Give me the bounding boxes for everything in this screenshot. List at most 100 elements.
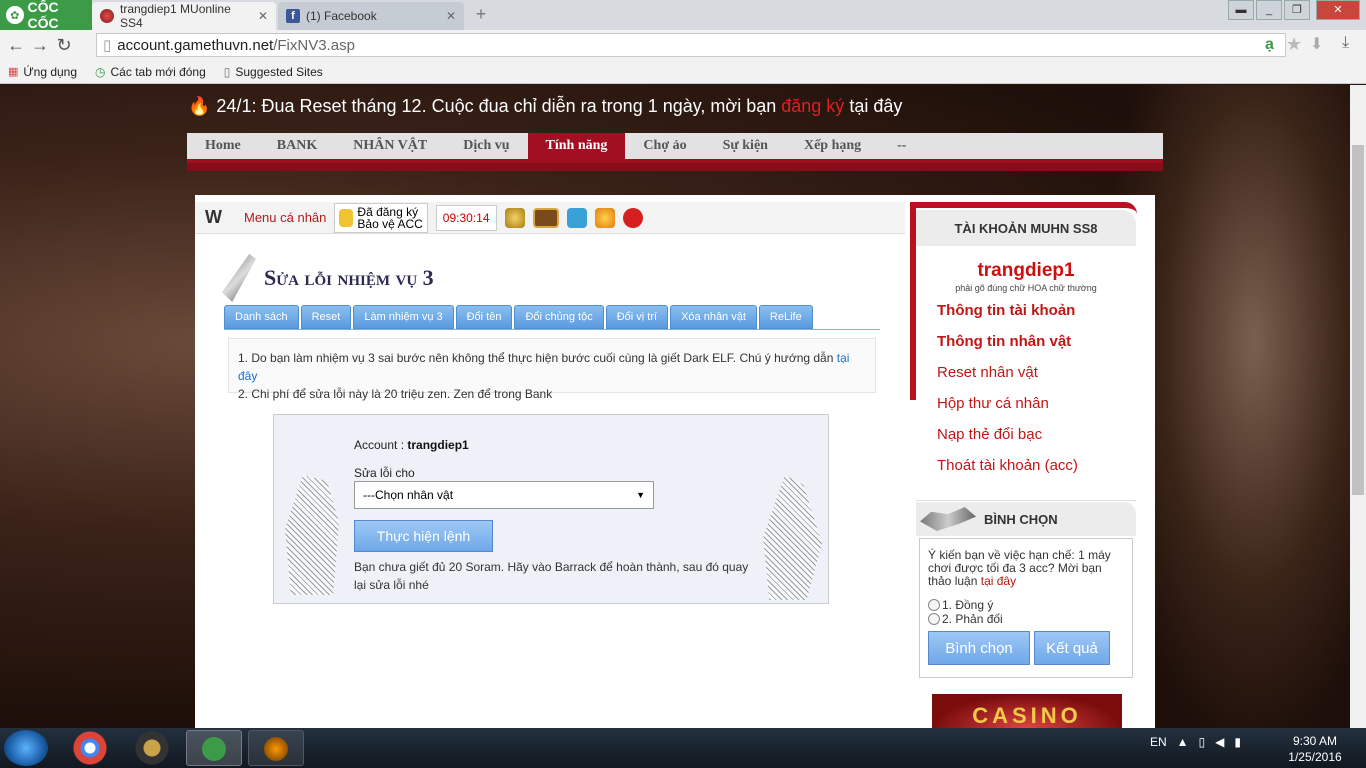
poll-option-disagree[interactable]: 2. Phản đối xyxy=(928,612,1003,626)
poll-option-agree[interactable]: 1. Đồng ý xyxy=(928,598,993,612)
w-logo-icon: W xyxy=(205,207,222,227)
reload-icon[interactable]: ↻ xyxy=(52,35,76,56)
menu-item-market[interactable]: Chợ ảo xyxy=(625,133,704,159)
menu-item-features[interactable]: Tính năng xyxy=(527,133,626,159)
mu-favicon-icon xyxy=(100,9,114,23)
menu-item-character[interactable]: NHÂN VẬT xyxy=(335,133,445,159)
status-message: Bạn chưa giết đủ 20 Soram. Hãy vào Barra… xyxy=(354,560,749,592)
forward-icon[interactable]: → xyxy=(28,35,52,56)
tab-delete-character[interactable]: Xóa nhân vật xyxy=(670,305,757,329)
facebook-favicon-icon: f xyxy=(286,9,300,23)
instructions-box: 1. Do bạn làm nhiệm vụ 3 sai bước nên kh… xyxy=(228,338,876,401)
menu-item-events[interactable]: Sự kiện xyxy=(705,133,786,159)
close-window-button[interactable]: ✕ xyxy=(1316,0,1360,20)
link-logout[interactable]: Thoát tài khoản (acc) xyxy=(937,457,1078,474)
sub-tabs: Danh sách Reset Làm nhiệm vụ 3 Đổi tên Đ… xyxy=(224,305,880,330)
link-character-info[interactable]: Thông tin nhân vật xyxy=(937,333,1071,350)
dragon-icon xyxy=(920,507,976,531)
tab-reset[interactable]: Reset xyxy=(300,305,352,329)
maximize-button[interactable]: ❐ xyxy=(1284,0,1310,20)
cart-icon[interactable] xyxy=(566,207,587,228)
menu-item-ranking[interactable]: Xếp hạng xyxy=(786,133,879,159)
bookmark-recent-tabs[interactable]: ◷ Các tab mới đóng xyxy=(95,65,206,79)
personal-menu-link[interactable]: Menu cá nhân xyxy=(244,210,326,225)
tab-list[interactable]: Danh sách xyxy=(224,305,299,329)
tab-facebook[interactable]: f (1) Facebook ✕ xyxy=(278,2,464,30)
notice-banner: 🔥 24/1: Đua Reset tháng 12. Cuộc đua chỉ… xyxy=(188,96,903,116)
menu-item-home[interactable]: Home xyxy=(187,133,259,159)
link-reset-character[interactable]: Reset nhân vật xyxy=(937,364,1038,381)
system-tray: EN ▲ ▯ ◀ ▮ xyxy=(1150,735,1241,749)
apps-icon: ▦ xyxy=(8,66,19,78)
network-icon[interactable]: ▮ xyxy=(1234,735,1241,749)
fix-for-label: Sửa lỗi cho xyxy=(354,466,415,480)
sword-icon xyxy=(222,254,256,302)
poll-title: BÌNH CHỌN xyxy=(916,502,1136,536)
back-icon[interactable]: ← xyxy=(4,35,28,56)
register-link[interactable]: đăng ký xyxy=(781,96,844,116)
link-inbox[interactable]: Hộp thư cá nhân xyxy=(937,395,1049,412)
tab-change-position[interactable]: Đổi vị trí xyxy=(605,305,669,329)
download-icon[interactable]: ⬇ xyxy=(1310,34,1323,54)
tab-quest3[interactable]: Làm nhiệm vụ 3 xyxy=(353,305,454,329)
bookmark-apps[interactable]: ▦ Ứng dụng xyxy=(8,65,77,79)
tab-rename[interactable]: Đổi tên xyxy=(455,305,513,329)
download-icon[interactable]: ⤓ xyxy=(1342,34,1349,52)
username: trangdiep1 xyxy=(977,260,1075,281)
menu-item-more[interactable]: -- xyxy=(879,133,924,159)
game-taskbar-icon[interactable] xyxy=(248,730,304,766)
usb-icon[interactable]: ▯ xyxy=(1199,735,1206,749)
taskbar-clock[interactable]: 9:30 AM 1/25/2016 xyxy=(1280,733,1350,765)
scrollbar-thumb[interactable] xyxy=(1352,145,1364,495)
chest-icon[interactable] xyxy=(532,207,559,228)
bookmark-star-icon[interactable]: ★ xyxy=(1286,34,1302,55)
mu-taskbar-icon[interactable] xyxy=(124,730,180,766)
menu-item-bank[interactable]: BANK xyxy=(259,133,335,159)
account-protection-badge[interactable]: Đã đăng ký Bảo vệ ACC xyxy=(334,202,428,233)
coccoc-logo[interactable]: ✿ CỐC CỐC xyxy=(0,0,92,31)
bookmark-suggested-sites[interactable]: ▯ Suggested Sites xyxy=(224,65,323,79)
character-select[interactable]: ---Chọn nhân vật ▼ xyxy=(354,481,654,509)
close-tab-icon[interactable]: ✕ xyxy=(258,9,268,23)
chrome-taskbar-icon[interactable] xyxy=(62,730,118,766)
menu-item-services[interactable]: Dịch vụ xyxy=(445,133,527,159)
coccoc-taskbar-icon[interactable] xyxy=(186,730,242,766)
menu-icon[interactable]: ▬ xyxy=(1228,0,1254,20)
clock-display: 09:30:14 xyxy=(435,204,497,231)
link-topup[interactable]: Nạp thẻ đổi bạc xyxy=(937,426,1042,443)
results-button[interactable]: Kết quả xyxy=(1034,631,1110,665)
vote-button[interactable]: Bình chọn xyxy=(928,631,1030,665)
volume-icon[interactable]: ◀ xyxy=(1215,735,1224,749)
poll-discuss-link[interactable]: tại đây xyxy=(981,574,1016,588)
start-button[interactable] xyxy=(4,730,48,766)
tab-relife[interactable]: ReLife xyxy=(758,305,813,329)
new-tab-button[interactable]: + xyxy=(472,5,490,24)
dropdown-arrow-icon: ▼ xyxy=(636,490,645,500)
tray-arrow-icon[interactable]: ▲ xyxy=(1177,735,1189,749)
minimize-button[interactable]: _ xyxy=(1256,0,1282,20)
url-field[interactable]: ▯ account.gamethuvn.net/FixNV3.asp xyxy=(96,33,1286,57)
close-tab-icon[interactable]: ✕ xyxy=(446,9,456,23)
money-bag-icon[interactable] xyxy=(504,207,525,228)
power-icon[interactable] xyxy=(622,207,643,228)
account-line: Account : trangdiep1 xyxy=(354,438,469,452)
poll-question: Ý kiến bạn về việc hạn chế: 1 máy chơi đ… xyxy=(928,548,1111,588)
tab-change-race[interactable]: Đổi chủng tộc xyxy=(514,305,604,329)
personal-toolbar: W Menu cá nhân Đã đăng ký Bảo vệ ACC 09:3… xyxy=(195,202,905,234)
language-indicator[interactable]: EN xyxy=(1150,735,1167,749)
casino-banner[interactable]: CASINO xyxy=(932,694,1122,728)
case-hint: phải gõ đúng chữ HOA chữ thường xyxy=(955,283,1097,293)
tab-muonline[interactable]: trangdiep1 MUonline SS4 ✕ xyxy=(92,2,276,30)
menu-underline xyxy=(187,163,1163,171)
page-icon: ▯ xyxy=(103,37,112,54)
link-account-info[interactable]: Thông tin tài khoản xyxy=(937,302,1075,319)
history-icon: ◷ xyxy=(95,64,106,79)
execute-button[interactable]: Thực hiện lệnh xyxy=(354,520,493,552)
scrollbar[interactable] xyxy=(1350,85,1366,728)
page-title: Sửa lỗi nhiệm vụ 3 xyxy=(222,254,434,302)
radio-button[interactable] xyxy=(928,599,940,611)
radio-button[interactable] xyxy=(928,613,940,625)
coccoc-extension-icon[interactable]: ạ xyxy=(1265,36,1274,54)
coccoc-icon: ✿ xyxy=(6,6,24,24)
reward-icon[interactable] xyxy=(594,207,615,228)
